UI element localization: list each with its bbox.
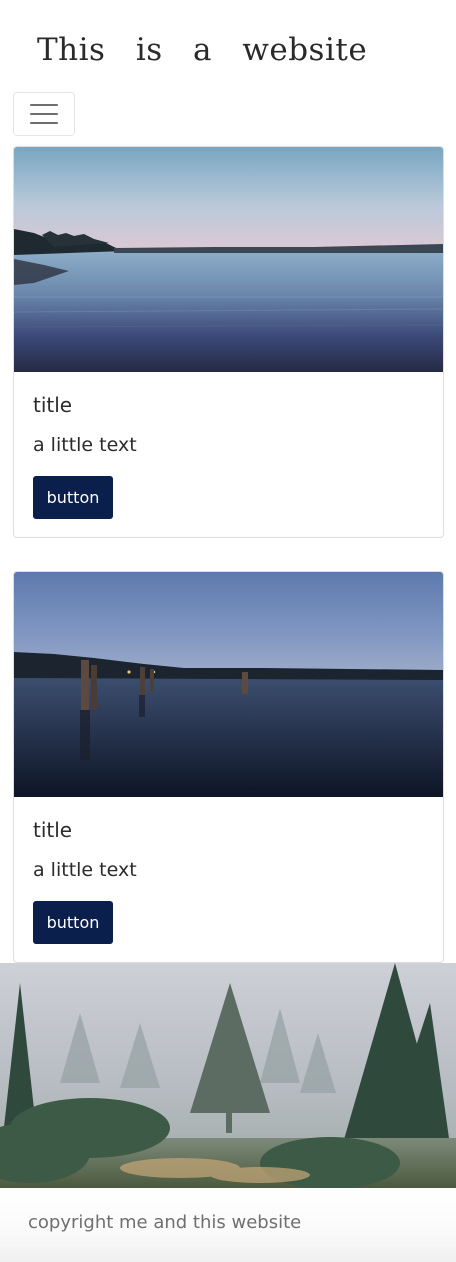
card-title: title <box>33 393 73 417</box>
menu-toggle-button[interactable] <box>13 92 75 136</box>
card-title: title <box>33 818 73 842</box>
footer: copyright me and this website <box>0 1188 456 1262</box>
card-image-lake-pilings <box>14 572 443 797</box>
hamburger-icon <box>30 104 58 124</box>
card: title a little text button <box>13 571 444 963</box>
card-button[interactable]: button <box>33 476 113 519</box>
card-text: a little text <box>33 434 137 456</box>
card-image-lake-dusk <box>14 147 443 372</box>
site-title: This is a website <box>37 32 368 68</box>
card: title a little text button <box>13 146 444 538</box>
forest-banner-image <box>0 963 456 1188</box>
copyright-text: copyright me and this website <box>28 1212 302 1233</box>
card-button[interactable]: button <box>33 901 113 944</box>
card-text: a little text <box>33 859 137 881</box>
